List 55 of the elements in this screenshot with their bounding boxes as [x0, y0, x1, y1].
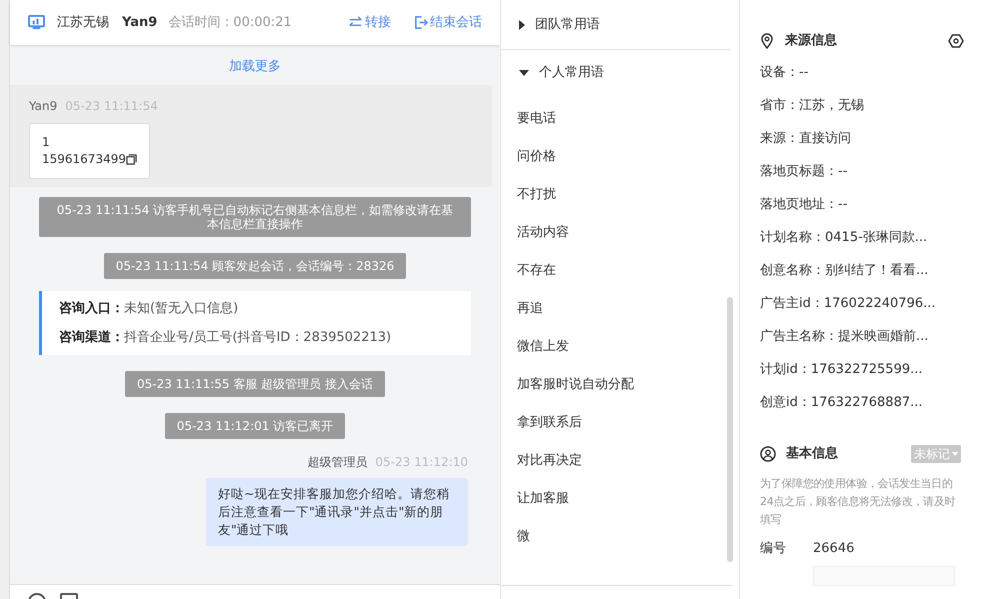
- user-circle-icon: [760, 446, 776, 462]
- phrase-item[interactable]: 让加客服: [501, 480, 739, 518]
- phrase-item[interactable]: 活动内容: [501, 214, 739, 252]
- message-bubble: 好哒~现在安排客服加您介绍哈。请您稍后注意查看一下"通讯录"并点击"新的朋友"通过下哦: [206, 478, 468, 546]
- caret-icon: [519, 20, 525, 30]
- source-info-line: 来源：直接访问: [760, 130, 852, 148]
- location-label: 江苏无锡: [57, 14, 109, 32]
- exit-icon: [413, 15, 428, 30]
- source-info-line: 创意id：176322768887...: [760, 394, 924, 412]
- source-info-line: 广告主id：176022240796...: [760, 294, 937, 313]
- source-info-line: 广告主名称：提米映画婚前...: [760, 328, 930, 346]
- location-pin-icon: [760, 33, 774, 49]
- source-info-line: 设备：--: [760, 64, 810, 82]
- phrase-item[interactable]: 再追: [501, 290, 739, 328]
- phrase-item[interactable]: 微: [501, 518, 739, 556]
- section-title: 来源信息: [785, 32, 838, 50]
- message-time: 05-23 11:12:10: [375, 454, 468, 471]
- source-info-line: 创意名称：别纠结了！看看...: [760, 262, 930, 280]
- field-label: 编号: [760, 540, 787, 558]
- message-text: 1: [42, 134, 50, 151]
- system-notice: 05-23 11:11:55 客服 超级管理员 接入会话: [124, 371, 386, 397]
- phrase-item[interactable]: 微信上发: [501, 328, 739, 366]
- section-title: 基本信息: [786, 445, 839, 464]
- source-info-line: 落地页标题：--: [760, 162, 848, 181]
- caret-icon: [952, 452, 958, 456]
- source-info-line: 计划名称：0415-张琳同款...: [760, 228, 928, 247]
- phrase-group-header[interactable]: 个人常用语: [501, 50, 739, 96]
- phrase-item[interactable]: 对比再决定: [501, 442, 739, 480]
- sender-name: 超级管理员: [307, 454, 368, 471]
- visitor-name: Yan9: [122, 14, 158, 32]
- phrase-item[interactable]: 不打扰: [501, 176, 739, 214]
- monitor-icon: [28, 15, 45, 30]
- system-notice: 05-23 11:11:54 顾客发起会话，会话编号：28326: [104, 253, 406, 279]
- settings-icon[interactable]: [948, 33, 964, 49]
- phrase-item[interactable]: 不存在: [501, 252, 739, 290]
- source-info-line: 省市：江苏，无锡: [760, 96, 865, 115]
- source-info-line: 落地页地址：--: [760, 196, 848, 214]
- phrase-item[interactable]: 问价格: [501, 138, 739, 176]
- phrase-item[interactable]: 加客服时说自动分配: [501, 366, 739, 404]
- phrase-group-header[interactable]: 团队常用语: [501, 0, 731, 50]
- source-info-line: 计划id：176322725599...: [760, 360, 924, 379]
- copy-icon[interactable]: [126, 154, 137, 165]
- phrase-item[interactable]: 要电话: [501, 100, 739, 138]
- message-text: 15961673499: [42, 151, 126, 168]
- session-time: 会话时间：00:00:21: [168, 14, 292, 32]
- system-notice: 05-23 11:12:01 访客已离开: [164, 413, 346, 439]
- notice-text: 为了保障您的使用体验，会话发生当日的24点之后，顾客信息将无法修改，请及时填写: [760, 476, 956, 528]
- scrollbar[interactable]: [727, 297, 733, 562]
- caret-icon: [519, 70, 529, 76]
- phrase-item[interactable]: 拿到联系后: [501, 404, 739, 442]
- info-line: 咨询渠道：抖音企业号/员工号(抖音号ID：2839502213): [59, 328, 392, 346]
- info-line: 咨询入口：未知(暂无入口信息): [59, 300, 240, 318]
- system-notice: 05-23 11:11:54 访客手机号已自动标记右侧基本信息栏，如需修改请在基本信息栏直接操作: [39, 197, 471, 237]
- field-value: 26646: [813, 540, 854, 558]
- sender-name: Yan9: [29, 98, 58, 115]
